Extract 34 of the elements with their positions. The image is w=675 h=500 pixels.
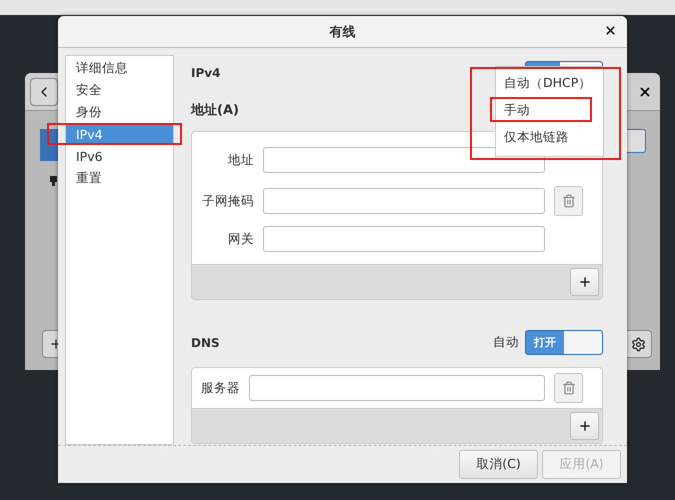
sidebar-item[interactable]: 安全 <box>66 79 173 101</box>
menu-item[interactable]: 仅本地链路 <box>496 124 603 151</box>
add-button[interactable] <box>570 268 599 296</box>
plus-icon <box>578 419 592 433</box>
delete-button[interactable] <box>554 186 583 216</box>
back-button[interactable] <box>30 78 58 106</box>
close-button[interactable] <box>604 24 617 37</box>
sidebar-item[interactable]: 身份 <box>66 101 173 123</box>
section-heading: 地址(A) <box>191 102 239 119</box>
close-icon <box>604 24 617 37</box>
section-heading: DNS <box>191 336 220 350</box>
plus-icon <box>578 275 592 289</box>
input-field[interactable] <box>263 188 545 214</box>
sidebar-item[interactable]: IPv6 <box>66 145 173 167</box>
delete-button[interactable] <box>554 373 583 403</box>
field-label: 地址 <box>227 152 254 168</box>
trash-icon <box>562 194 576 208</box>
add-button[interactable] <box>570 412 599 440</box>
monitor-icon <box>50 176 57 186</box>
trash-icon <box>562 381 576 395</box>
window-title: 有线 <box>330 24 356 40</box>
input-field[interactable] <box>263 226 545 252</box>
field-label: 子网掩码 <box>201 192 254 210</box>
section-title: IPv4 <box>191 66 220 80</box>
input-field[interactable] <box>249 375 545 401</box>
sidebar-item[interactable]: 详细信息 <box>66 57 173 79</box>
sidebar-item[interactable]: 重置 <box>66 167 173 189</box>
switch-label: 自动 <box>493 334 519 351</box>
close-icon[interactable] <box>638 84 652 98</box>
settings-icon <box>630 336 646 352</box>
field-label: 网关 <box>227 230 254 248</box>
dialog-button[interactable]: 取消(C) <box>459 450 538 479</box>
field-label: 服务器 <box>200 380 240 396</box>
menu-item[interactable]: 自动（DHCP） <box>496 70 603 97</box>
